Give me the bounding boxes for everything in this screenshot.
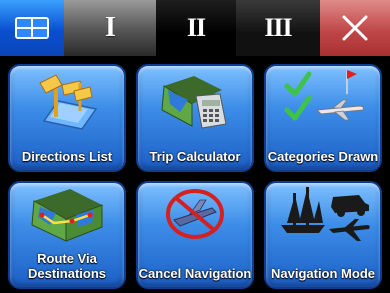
categories-drawn-label: Categories Drawn xyxy=(267,149,379,164)
close-button[interactable] xyxy=(320,0,390,56)
navigation-mode-icon xyxy=(281,187,370,241)
tab-page-two-label: II xyxy=(186,13,206,42)
categories-drawn-icon xyxy=(284,70,364,121)
close-icon xyxy=(342,15,368,41)
cancel-navigation-icon xyxy=(166,189,224,239)
tab-page-one[interactable]: I xyxy=(64,0,156,56)
cancel-navigation-label: Cancel Navigation xyxy=(138,266,252,281)
route-via-destinations-label: Route Via Destinations xyxy=(27,251,106,281)
trip-calculator-label: Trip Calculator xyxy=(149,149,241,164)
directions-list-label: Directions List xyxy=(21,149,113,164)
tab-grid-view[interactable] xyxy=(0,0,64,56)
navigation-mode-button[interactable]: Navigation Mode xyxy=(264,181,382,289)
tab-page-two[interactable]: II xyxy=(156,0,236,56)
cancel-navigation-button[interactable]: Cancel Navigation xyxy=(136,181,254,289)
directions-list-icon xyxy=(39,74,98,130)
tab-page-three[interactable]: III xyxy=(236,0,320,56)
directions-list-button[interactable]: Directions List xyxy=(8,64,126,172)
trip-calculator-button[interactable]: Trip Calculator xyxy=(136,64,254,172)
tab-page-one-label: I xyxy=(105,12,116,43)
navigation-mode-label: Navigation Mode xyxy=(270,266,375,281)
top-tab-bar: I II III xyxy=(0,0,390,56)
categories-drawn-button[interactable]: Categories Drawn xyxy=(264,64,382,172)
route-via-destinations-icon xyxy=(31,189,103,242)
menu-panel: Directions List Trip Calculator Categori… xyxy=(0,56,390,293)
route-via-destinations-button[interactable]: Route Via Destinations xyxy=(8,181,126,289)
grid-icon xyxy=(15,17,49,39)
trip-calculator-icon xyxy=(161,76,227,129)
tab-page-three-label: III xyxy=(264,13,292,42)
